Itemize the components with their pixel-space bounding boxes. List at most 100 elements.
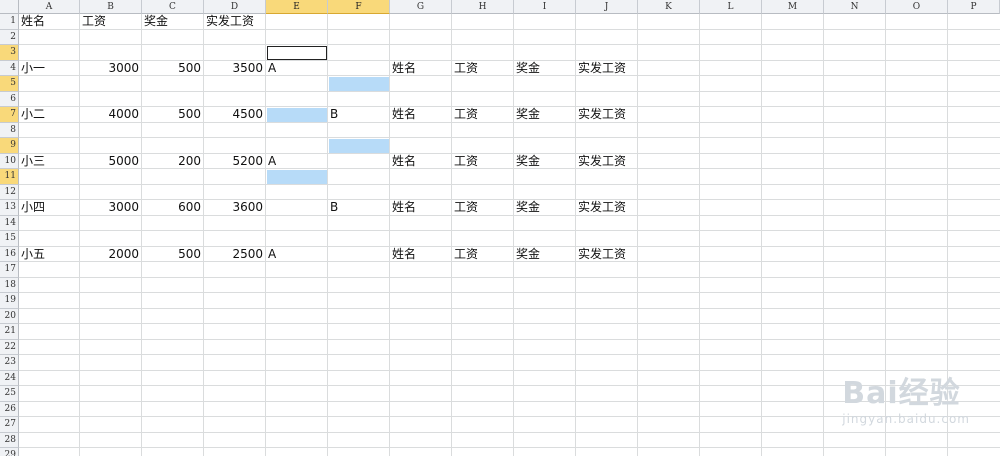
column-header-b[interactable]: B [80, 0, 142, 14]
cell-b4[interactable]: 3000 [80, 61, 139, 76]
row-header-29[interactable]: 29 [0, 448, 19, 456]
cell-c13[interactable]: 600 [142, 200, 201, 215]
cell-j10[interactable]: 实发工资 [578, 154, 626, 169]
cell-b13[interactable]: 3000 [80, 200, 139, 215]
cell-d4[interactable]: 3500 [204, 61, 263, 76]
row-header-17[interactable]: 17 [0, 262, 19, 278]
cell-h16[interactable]: 工资 [454, 247, 478, 262]
column-header-p[interactable]: P [948, 0, 1000, 14]
cell-d16[interactable]: 2500 [204, 247, 263, 262]
cell-d10[interactable]: 5200 [204, 154, 263, 169]
cell-c10[interactable]: 200 [142, 154, 201, 169]
column-header-g[interactable]: G [390, 0, 452, 14]
cell-e10[interactable]: A [268, 154, 276, 169]
row-header-9[interactable]: 9 [0, 138, 19, 154]
column-header-l[interactable]: L [700, 0, 762, 14]
cell-i16[interactable]: 奖金 [516, 247, 540, 262]
cell-a10[interactable]: 小三 [21, 154, 45, 169]
cell-b16[interactable]: 2000 [80, 247, 139, 262]
cell-b10[interactable]: 5000 [80, 154, 139, 169]
cell-j4[interactable]: 实发工资 [578, 61, 626, 76]
column-header-d[interactable]: D [204, 0, 266, 14]
cell-b7[interactable]: 4000 [80, 107, 139, 122]
cell-j13[interactable]: 实发工资 [578, 200, 626, 215]
cell-g7[interactable]: 姓名 [392, 107, 416, 122]
cell-b1[interactable]: 工资 [82, 14, 106, 29]
row-header-21[interactable]: 21 [0, 324, 19, 340]
cell-e4[interactable]: A [268, 61, 276, 76]
row-header-14[interactable]: 14 [0, 215, 19, 231]
row-header-12[interactable]: 12 [0, 184, 19, 200]
cell-c7[interactable]: 500 [142, 107, 201, 122]
cell-a1[interactable]: 姓名 [21, 14, 45, 29]
row-header-3[interactable]: 3 [0, 45, 19, 61]
row-header-5[interactable]: 5 [0, 76, 19, 92]
selected-cell-f9[interactable] [329, 139, 389, 153]
cell-c4[interactable]: 500 [142, 61, 201, 76]
column-header-c[interactable]: C [142, 0, 204, 14]
cell-h13[interactable]: 工资 [454, 200, 478, 215]
row-header-4[interactable]: 4 [0, 60, 19, 76]
cell-d13[interactable]: 3600 [204, 200, 263, 215]
cell-c16[interactable]: 500 [142, 247, 201, 262]
row-header-10[interactable]: 10 [0, 153, 19, 169]
row-header-15[interactable]: 15 [0, 231, 19, 247]
row-header-26[interactable]: 26 [0, 401, 19, 417]
cell-e16[interactable]: A [268, 247, 276, 262]
cell-g16[interactable]: 姓名 [392, 247, 416, 262]
row-header-16[interactable]: 16 [0, 246, 19, 262]
row-header-11[interactable]: 11 [0, 169, 19, 185]
selected-cell-e7[interactable] [267, 108, 327, 122]
row-header-7[interactable]: 7 [0, 107, 19, 123]
spreadsheet-grid[interactable]: ABCDEFGHIJKLMNOP 1 2 3 4 5 6 7 8 9 10 11 12 13 14 15 16… [0, 0, 1000, 456]
cell-i4[interactable]: 奖金 [516, 61, 540, 76]
row-header-24[interactable]: 24 [0, 370, 19, 386]
cell-h4[interactable]: 工资 [454, 61, 478, 76]
row-header-19[interactable]: 19 [0, 293, 19, 309]
cell-g10[interactable]: 姓名 [392, 154, 416, 169]
column-header-k[interactable]: K [638, 0, 700, 14]
cell-d7[interactable]: 4500 [204, 107, 263, 122]
row-header-20[interactable]: 20 [0, 308, 19, 324]
select-all-corner[interactable] [0, 0, 19, 14]
cell-a7[interactable]: 小二 [21, 107, 45, 122]
cell-i10[interactable]: 奖金 [516, 154, 540, 169]
cell-j7[interactable]: 实发工资 [578, 107, 626, 122]
selected-cell-e11[interactable] [267, 170, 327, 184]
cell-c1[interactable]: 奖金 [144, 14, 168, 29]
column-header-j[interactable]: J [576, 0, 638, 14]
cell-g4[interactable]: 姓名 [392, 61, 416, 76]
cell-j16[interactable]: 实发工资 [578, 247, 626, 262]
row-header-1[interactable]: 1 [0, 14, 19, 30]
cell-h7[interactable]: 工资 [454, 107, 478, 122]
row-header-18[interactable]: 18 [0, 277, 19, 293]
cell-h10[interactable]: 工资 [454, 154, 478, 169]
row-header-6[interactable]: 6 [0, 91, 19, 107]
cell-d1[interactable]: 实发工资 [206, 14, 254, 29]
selected-cell-f5[interactable] [329, 77, 389, 91]
cell-f7[interactable]: B [330, 107, 338, 122]
column-header-h[interactable]: H [452, 0, 514, 14]
row-header-25[interactable]: 25 [0, 386, 19, 402]
column-header-n[interactable]: N [824, 0, 886, 14]
column-header-e[interactable]: E [266, 0, 328, 14]
column-header-f[interactable]: F [328, 0, 390, 14]
cell-g13[interactable]: 姓名 [392, 200, 416, 215]
row-header-8[interactable]: 8 [0, 122, 19, 138]
row-header-28[interactable]: 28 [0, 432, 19, 448]
cell-f13[interactable]: B [330, 200, 338, 215]
cell-a16[interactable]: 小五 [21, 247, 45, 262]
column-header-m[interactable]: M [762, 0, 824, 14]
row-header-27[interactable]: 27 [0, 417, 19, 433]
column-header-o[interactable]: O [886, 0, 948, 14]
cell-i13[interactable]: 奖金 [516, 200, 540, 215]
cell-a4[interactable]: 小一 [21, 61, 45, 76]
cell-a13[interactable]: 小四 [21, 200, 45, 215]
active-cell-e3[interactable] [267, 46, 327, 60]
column-header-a[interactable]: A [19, 0, 80, 14]
row-header-22[interactable]: 22 [0, 339, 19, 355]
column-header-i[interactable]: I [514, 0, 576, 14]
row-header-2[interactable]: 2 [0, 29, 19, 45]
cell-i7[interactable]: 奖金 [516, 107, 540, 122]
row-header-13[interactable]: 13 [0, 200, 19, 216]
